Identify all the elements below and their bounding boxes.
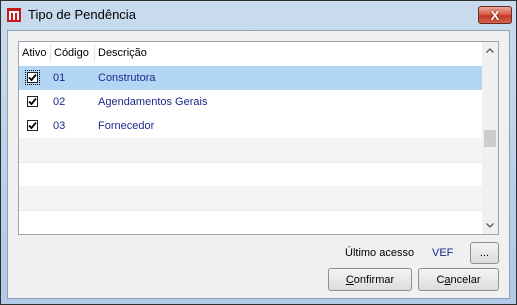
check-icon <box>28 73 37 82</box>
vertical-scrollbar[interactable] <box>482 42 498 234</box>
scroll-up-icon <box>486 48 494 53</box>
table-row[interactable]: 01 Construtora <box>19 66 482 90</box>
last-access-user: VEF <box>432 247 454 259</box>
dialog-client: Ativo Código Descrição 01 Construtora 02… <box>7 30 510 299</box>
ativo-checkbox[interactable] <box>25 70 40 85</box>
empty-row <box>19 138 482 162</box>
descricao-cell: Fornecedor <box>98 120 155 132</box>
pendency-type-grid[interactable]: Ativo Código Descrição 01 Construtora 02… <box>18 41 499 235</box>
scroll-down-button[interactable] <box>482 217 498 234</box>
codigo-cell: 03 <box>53 120 66 132</box>
empty-row <box>19 162 482 187</box>
cancel-button[interactable]: Ca ncelar <box>418 268 499 291</box>
window-title: Tipo de Pendência <box>28 7 136 22</box>
column-header-ativo[interactable]: Ativo <box>19 42 51 64</box>
dialog-window: Tipo de Pendência X Ativo Código Descriç… <box>0 0 517 305</box>
check-icon <box>28 121 37 130</box>
last-access-label: Último acesso <box>345 247 415 259</box>
descricao-cell: Agendamentos Gerais <box>98 96 208 108</box>
cancel-label-start: C <box>436 273 445 286</box>
title-bar[interactable]: Tipo de Pendência X <box>1 1 516 29</box>
grid-header: Ativo Código Descrição <box>19 42 482 64</box>
confirm-mnemonic: C <box>345 273 354 286</box>
scrollbar-thumb[interactable] <box>484 130 496 147</box>
ativo-checkbox[interactable] <box>27 96 38 107</box>
descricao-cell: Construtora <box>98 72 156 84</box>
confirm-label: onfirmar <box>353 273 395 286</box>
column-header-codigo[interactable]: Código <box>51 42 95 64</box>
table-row[interactable]: 02 Agendamentos Gerais <box>19 90 482 114</box>
scroll-down-icon <box>486 223 494 228</box>
close-button[interactable]: X <box>478 6 512 24</box>
table-row[interactable]: 03 Fornecedor <box>19 114 482 138</box>
close-icon: X <box>490 7 500 23</box>
scroll-up-button[interactable] <box>482 42 498 59</box>
column-header-descricao[interactable]: Descrição <box>95 42 475 64</box>
empty-row <box>19 186 482 210</box>
ellipsis-button[interactable]: ... <box>470 242 499 264</box>
ativo-checkbox[interactable] <box>27 120 38 131</box>
codigo-cell: 01 <box>53 72 66 84</box>
cancel-label-rest: ncelar <box>450 273 481 286</box>
check-icon <box>28 97 37 106</box>
app-icon <box>7 8 21 22</box>
empty-row <box>19 210 482 234</box>
confirm-button[interactable]: Confirmar <box>328 268 412 291</box>
codigo-cell: 02 <box>53 96 66 108</box>
